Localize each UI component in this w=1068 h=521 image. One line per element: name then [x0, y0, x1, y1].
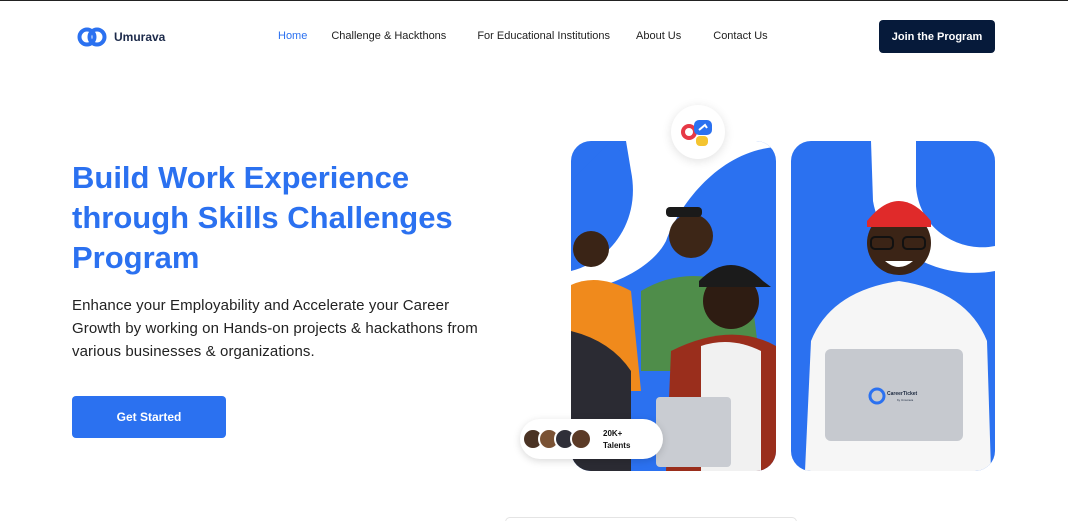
hero-title: Build Work Experience through Skills Cha… [72, 160, 453, 275]
nav-challenges-hackathons[interactable]: Challenge & Hackthons [331, 30, 446, 42]
talents-text: 20K+ Talents [603, 428, 653, 452]
chat-bubbles-icon [671, 105, 725, 159]
talents-label: Talents [603, 441, 631, 450]
umurava-logo-icon [77, 26, 107, 48]
talents-count-badge: 20K+ Talents [520, 419, 663, 459]
nav-contact-us[interactable]: Contact Us [713, 30, 767, 42]
talents-count: 20K+ [603, 429, 623, 438]
next-section-card-edge [505, 517, 797, 521]
get-started-button[interactable]: Get Started [72, 396, 226, 438]
laptop-brand-label: CareerTicket [887, 391, 918, 397]
nav-home[interactable]: Home [278, 30, 307, 42]
nav-educational-institutions[interactable]: For Educational Institutions [477, 30, 610, 42]
brand-logo[interactable]: Umurava [77, 26, 165, 48]
hero-image-single-talent: CareerTicket by Umurava [791, 141, 995, 471]
window-top-border [0, 0, 1068, 1]
main-nav: Home Challenge & Hackthons For Education… [278, 30, 768, 42]
nav-about-us[interactable]: About Us [636, 30, 681, 42]
brand-name: Umurava [114, 30, 166, 44]
hero-subtitle: Enhance your Employability and Accelerat… [72, 297, 478, 360]
talent-avatar-icon [570, 428, 592, 450]
join-program-button[interactable]: Join the Program [879, 20, 995, 53]
laptop-brand-sub: by Umurava [897, 398, 914, 402]
